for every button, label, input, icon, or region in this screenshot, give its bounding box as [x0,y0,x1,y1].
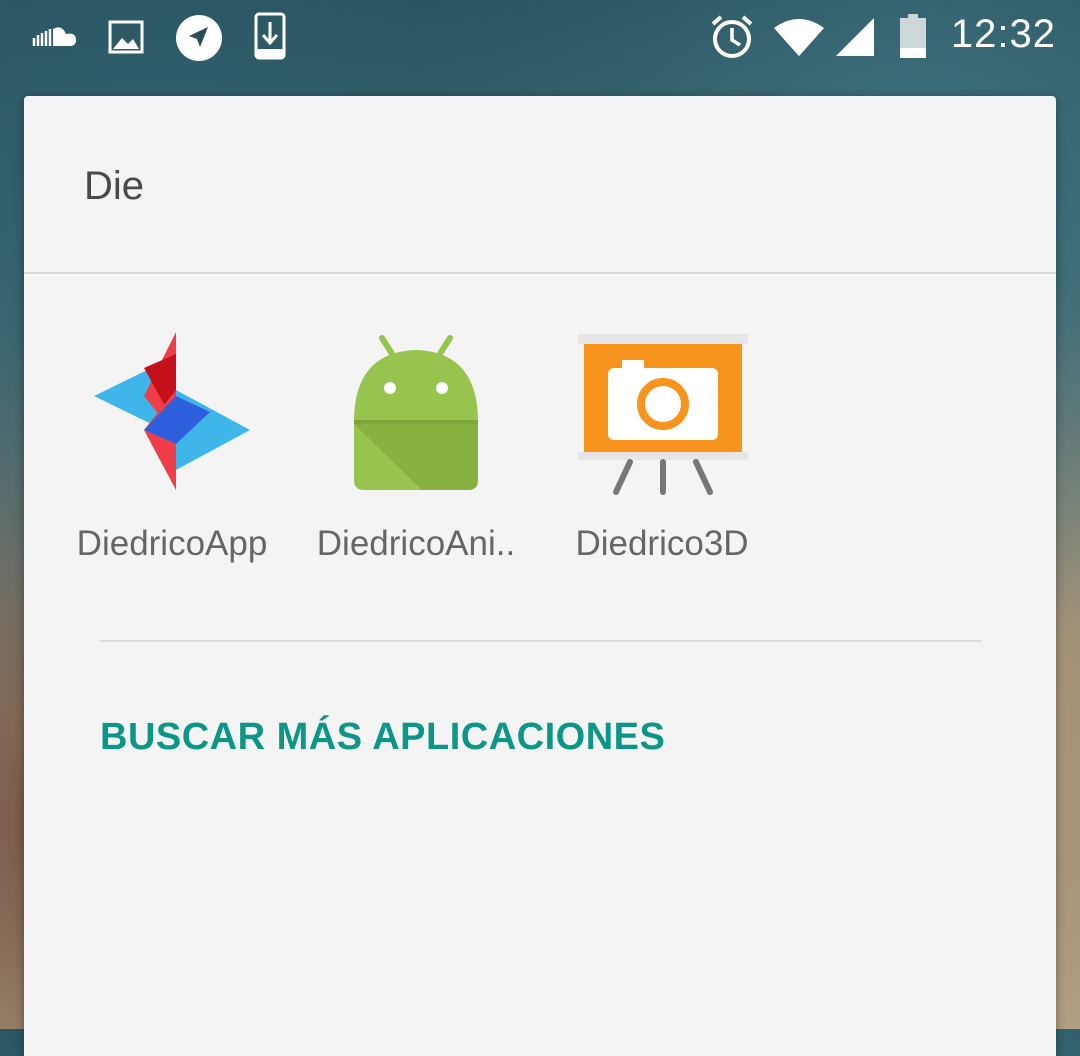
divider [100,640,982,642]
diedricoapp-logo-icon [94,332,250,490]
download-icon [254,12,286,60]
cell-signal-icon [836,18,874,56]
search-more-apps-button[interactable]: BUSCAR MÁS APLICACIONES [100,716,665,759]
navigation-icon [176,15,222,61]
app-label: DiedricoApp [76,524,268,563]
app-result-diedrico3d[interactable]: Diedrico3D [552,332,772,572]
search-query[interactable]: Die [84,164,144,209]
status-bar: 12:32 [0,0,1080,80]
status-bar-clock: 12:32 [950,12,1056,56]
camera-easel-icon [578,334,748,495]
app-label: Diedrico3D [575,524,749,563]
image-icon [108,20,144,54]
app-result-diedricoapp[interactable]: DiedricoApp [62,332,282,572]
battery-icon [900,14,926,58]
divider [24,272,1056,274]
app-label: DiedricoAni.. [316,524,516,563]
app-result-diedricoani[interactable]: DiedricoAni.. [306,332,526,572]
wifi-icon [774,19,824,56]
search-box[interactable]: Die [24,96,1056,272]
soundcloud-icon [32,27,76,46]
app-search-dialog: Die DiedricoApp DiedricoAni.. Diedrico3D… [24,96,1056,1056]
alarm-icon [711,15,753,58]
android-robot-icon [354,335,478,490]
